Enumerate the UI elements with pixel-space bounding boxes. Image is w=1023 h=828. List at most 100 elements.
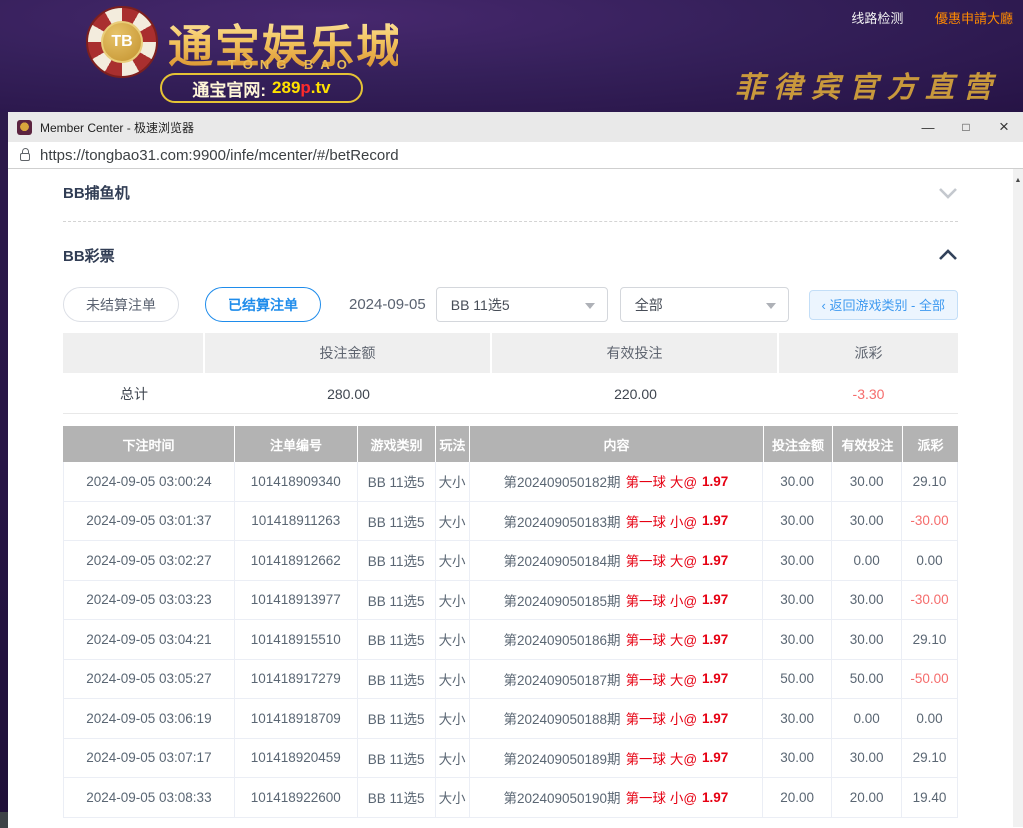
cell-pick: 第一球 小@ <box>626 787 697 807</box>
section-lottery-header[interactable]: BB彩票 <box>63 222 958 280</box>
cell-bet-amount: 30.00 <box>763 739 832 778</box>
scope-select-value: 全部 <box>635 295 663 315</box>
cell-period: 第202409050188期 <box>503 708 620 728</box>
cell-content: 第202409050190期 第一球 小@1.97 <box>470 778 764 817</box>
cell-game: BB 11选5 <box>358 620 436 659</box>
summary-total-valid: 220.00 <box>492 375 779 413</box>
back-to-game-category-button[interactable]: ‹ 返回游戏类别 - 全部 <box>809 290 959 320</box>
cell-payout: 29.10 <box>902 462 957 501</box>
cell-bet-amount: 30.00 <box>763 581 832 620</box>
cell-pick: 第一球 小@ <box>626 590 697 610</box>
cell-bet-amount: 30.00 <box>763 502 832 541</box>
scroll-up-arrow-icon[interactable]: ▲ <box>1013 169 1023 184</box>
header-bet-time: 下注时间 <box>63 426 235 462</box>
cell-content: 第202409050183期 第一球 小@1.97 <box>470 502 764 541</box>
cell-game: BB 11选5 <box>358 502 436 541</box>
cell-play: 大小 <box>436 462 470 501</box>
cell-time: 2024-09-05 03:04:21 <box>64 620 235 659</box>
cell-play: 大小 <box>436 660 470 699</box>
settled-bets-button[interactable]: 已结算注单 <box>205 287 321 322</box>
cell-order-id: 101418918709 <box>235 699 358 738</box>
cell-game: BB 11选5 <box>358 778 436 817</box>
promo-apply-link[interactable]: 優惠申請大廳 <box>935 11 1013 26</box>
top-banner: TB 通宝娱乐城 TONG BAO 通宝官网: 289 p .tv 线路检测 優… <box>0 0 1023 112</box>
table-row: 2024-09-05 03:06:19 101418918709 BB 11选5… <box>64 699 957 739</box>
cell-period: 第202409050182期 <box>503 471 620 491</box>
cell-odds: 1.97 <box>702 553 728 568</box>
cell-pick: 第一球 大@ <box>626 748 697 768</box>
summary-header-valid: 有效投注 <box>492 333 779 373</box>
cell-time: 2024-09-05 03:00:24 <box>64 462 235 501</box>
address-bar[interactable]: https://tongbao31.com:9900/infe/mcenter/… <box>8 142 1023 169</box>
favicon-chip-icon <box>17 120 32 135</box>
cell-time: 2024-09-05 03:08:33 <box>64 778 235 817</box>
section-lottery-title: BB彩票 <box>63 245 115 266</box>
scope-select-dropdown[interactable]: 全部 <box>620 287 789 322</box>
banner-links: 线路检测 優惠申請大廳 <box>851 8 1013 27</box>
lock-icon <box>20 153 30 161</box>
cell-period: 第202409050186期 <box>503 629 620 649</box>
cell-time: 2024-09-05 03:05:27 <box>64 660 235 699</box>
game-select-dropdown[interactable]: BB 11选5 <box>436 287 608 322</box>
minimize-button[interactable]: — <box>909 112 947 142</box>
cell-content: 第202409050189期 第一球 大@1.97 <box>470 739 764 778</box>
cell-time: 2024-09-05 03:02:27 <box>64 541 235 580</box>
cell-order-id: 101418922600 <box>235 778 358 817</box>
summary-table: 投注金额 有效投注 派彩 总计 280.00 220.00 -3.30 <box>63 333 958 414</box>
header-game-category: 游戏类别 <box>358 426 436 462</box>
caret-down-icon <box>585 303 595 309</box>
window-title: Member Center - 极速浏览器 <box>40 119 909 136</box>
cell-game: BB 11选5 <box>358 699 436 738</box>
cell-odds: 1.97 <box>702 474 728 489</box>
official-site-number: 289 <box>272 78 300 98</box>
cell-game: BB 11选5 <box>358 581 436 620</box>
cell-period: 第202409050185期 <box>503 590 620 610</box>
header-play-type: 玩法 <box>436 426 470 462</box>
summary-header-empty <box>63 333 205 373</box>
cell-content: 第202409050186期 第一球 大@1.97 <box>470 620 764 659</box>
cell-payout: -50.00 <box>902 660 957 699</box>
cell-time: 2024-09-05 03:01:37 <box>64 502 235 541</box>
cell-odds: 1.97 <box>702 790 728 805</box>
cell-valid-bet: 20.00 <box>832 778 902 817</box>
cell-pick: 第一球 小@ <box>626 708 697 728</box>
cell-odds: 1.97 <box>702 513 728 528</box>
cell-play: 大小 <box>436 581 470 620</box>
chevron-up-icon[interactable] <box>938 248 958 262</box>
official-site-label: 通宝官网: <box>192 76 266 101</box>
cell-payout: 0.00 <box>902 699 957 738</box>
table-row: 2024-09-05 03:03:23 101418913977 BB 11选5… <box>64 581 957 621</box>
cell-content: 第202409050184期 第一球 大@1.97 <box>470 541 764 580</box>
cell-pick: 第一球 大@ <box>626 629 697 649</box>
table-header-row: 下注时间 注单编号 游戏类别 玩法 内容 投注金额 有效投注 派彩 <box>63 426 958 462</box>
cell-order-id: 101418915510 <box>235 620 358 659</box>
unsettled-bets-button[interactable]: 未结算注单 <box>63 287 179 322</box>
summary-total-bet: 280.00 <box>205 375 492 413</box>
taskbar-corner <box>0 812 8 828</box>
table-row: 2024-09-05 03:08:33 101418922600 BB 11选5… <box>64 778 957 818</box>
close-button[interactable]: × <box>985 112 1023 142</box>
cell-order-id: 101418917279 <box>235 660 358 699</box>
table-row: 2024-09-05 03:05:27 101418917279 BB 11选5… <box>64 660 957 700</box>
cell-order-id: 101418920459 <box>235 739 358 778</box>
section-fishing-header[interactable]: BB捕鱼机 <box>63 173 958 222</box>
cell-valid-bet: 30.00 <box>832 581 902 620</box>
caret-down-icon <box>766 303 776 309</box>
vertical-scrollbar[interactable]: ▲ <box>1013 169 1023 827</box>
cell-bet-amount: 20.00 <box>763 778 832 817</box>
url-text[interactable]: https://tongbao31.com:9900/infe/mcenter/… <box>40 147 399 164</box>
cell-bet-amount: 30.00 <box>763 541 832 580</box>
cell-payout: -30.00 <box>902 581 957 620</box>
date-filter[interactable]: 2024-09-05 <box>349 296 426 313</box>
cell-payout: 29.10 <box>902 620 957 659</box>
maximize-button[interactable]: □ <box>947 112 985 142</box>
cell-game: BB 11选5 <box>358 739 436 778</box>
line-check-link[interactable]: 线路检测 <box>851 11 903 26</box>
chip-tb-monogram: TB <box>101 21 143 63</box>
chevron-down-icon[interactable] <box>938 186 958 200</box>
cell-pick: 第一球 小@ <box>626 511 697 531</box>
cell-odds: 1.97 <box>702 671 728 686</box>
cell-valid-bet: 50.00 <box>832 660 902 699</box>
cell-odds: 1.97 <box>702 592 728 607</box>
site-logo-subtitle: TONG BAO <box>228 57 354 72</box>
